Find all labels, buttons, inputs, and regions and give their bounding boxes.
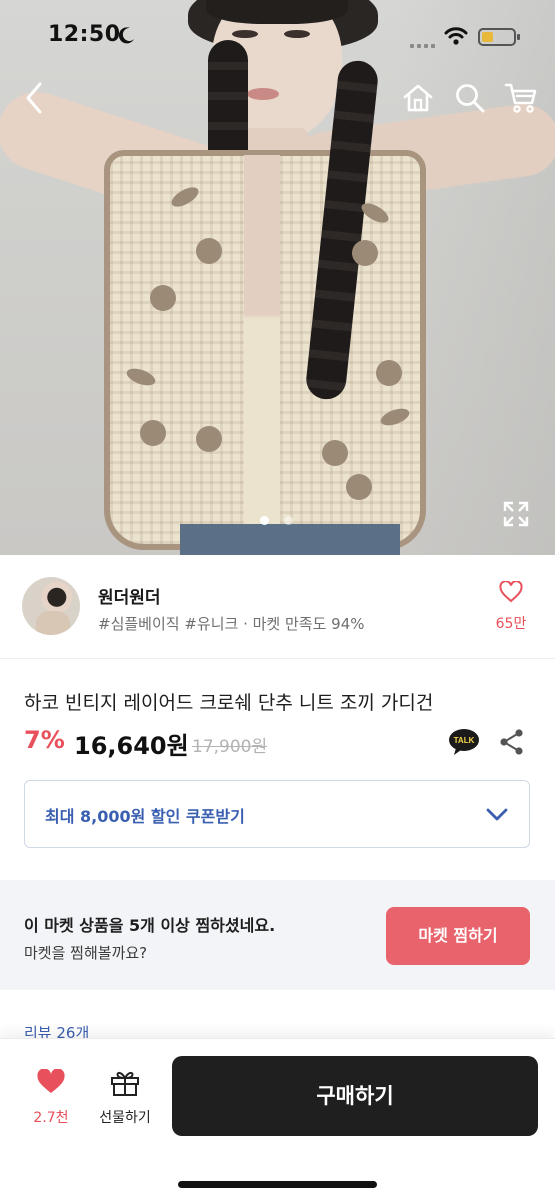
shop-tags: #심플베이직 #유니크 · 마켓 만족도 94%	[98, 615, 365, 633]
photo-flower-motif	[352, 240, 378, 266]
product-title: 하코 빈티지 레이어드 크로쉐 단추 니트 조끼 가디건	[24, 692, 434, 714]
gallery-dot	[284, 516, 293, 525]
photo-vest-opening	[244, 155, 280, 555]
talk-badge-text: TALK	[454, 736, 475, 745]
gift-icon	[111, 1071, 139, 1096]
photo-flower-motif	[150, 285, 176, 311]
expand-icon[interactable]	[502, 500, 530, 528]
battery-icon	[478, 28, 520, 46]
shop-avatar[interactable]	[22, 577, 80, 635]
original-price: 17,900원	[192, 737, 268, 757]
follow-market-button[interactable]: 마켓 찜하기	[386, 907, 530, 965]
wifi-icon	[444, 27, 468, 45]
heart-outline-icon	[499, 581, 523, 603]
sale-price: 16,640원	[74, 732, 189, 760]
chevron-down-icon	[486, 808, 508, 821]
gift-label: 선물하기	[99, 1110, 151, 1126]
photo-flower-motif	[322, 440, 348, 466]
like-count: 2.7천	[33, 1110, 69, 1126]
price-row: 7% 16,640원 17,900원 TALK	[24, 726, 534, 762]
discount-rate: 7%	[24, 726, 65, 754]
gallery-dot-active	[260, 516, 269, 525]
back-icon[interactable]	[20, 80, 50, 116]
market-follow-prompt: 이 마켓 상품을 5개 이상 찜하셨네요. 마켓을 찜해볼까요? 마켓 찜하기	[0, 880, 555, 990]
photo-flower-motif	[196, 238, 222, 264]
follow-prompt-title: 이 마켓 상품을 5개 이상 찜하셨네요.	[24, 916, 276, 935]
shop-favorite-count: 65만	[495, 616, 527, 632]
home-indicator	[178, 1181, 377, 1188]
coupon-button[interactable]: 최대 8,000원 할인 쿠폰받기	[24, 780, 530, 848]
cart-icon[interactable]	[504, 82, 538, 114]
top-navigation	[0, 74, 555, 122]
status-bar: 12:50	[0, 0, 555, 72]
battery-level	[482, 32, 493, 42]
gift-button[interactable]: 선물하기	[92, 1069, 158, 1133]
heart-filled-icon	[37, 1069, 65, 1093]
bottom-action-bar: 2.7천 선물하기 구매하기	[0, 1038, 555, 1200]
buy-button[interactable]: 구매하기	[172, 1056, 538, 1136]
photo-flower-motif	[196, 426, 222, 452]
like-button[interactable]: 2.7천	[22, 1069, 80, 1133]
photo-jeans	[180, 524, 400, 555]
photo-flower-motif	[346, 474, 372, 500]
signal-icon	[410, 44, 435, 48]
status-time: 12:50	[48, 22, 121, 47]
shop-favorite-button[interactable]: 65만	[490, 579, 532, 635]
home-icon[interactable]	[402, 82, 434, 114]
gallery-pagination	[258, 516, 298, 526]
coupon-label: 최대 8,000원 할인 쿠폰받기	[45, 807, 245, 826]
photo-flower-motif	[140, 420, 166, 446]
share-icon[interactable]	[499, 728, 525, 756]
follow-prompt-subtitle: 마켓을 찜해볼까요?	[24, 944, 148, 962]
photo-flower-motif	[376, 360, 402, 386]
kakaotalk-icon[interactable]: TALK	[448, 728, 480, 756]
search-icon[interactable]	[454, 82, 486, 114]
moon-icon	[118, 27, 134, 44]
shop-row[interactable]: 원더원더 #심플베이직 #유니크 · 마켓 만족도 94% 65만	[0, 555, 555, 659]
shop-name[interactable]: 원더원더	[98, 583, 161, 608]
